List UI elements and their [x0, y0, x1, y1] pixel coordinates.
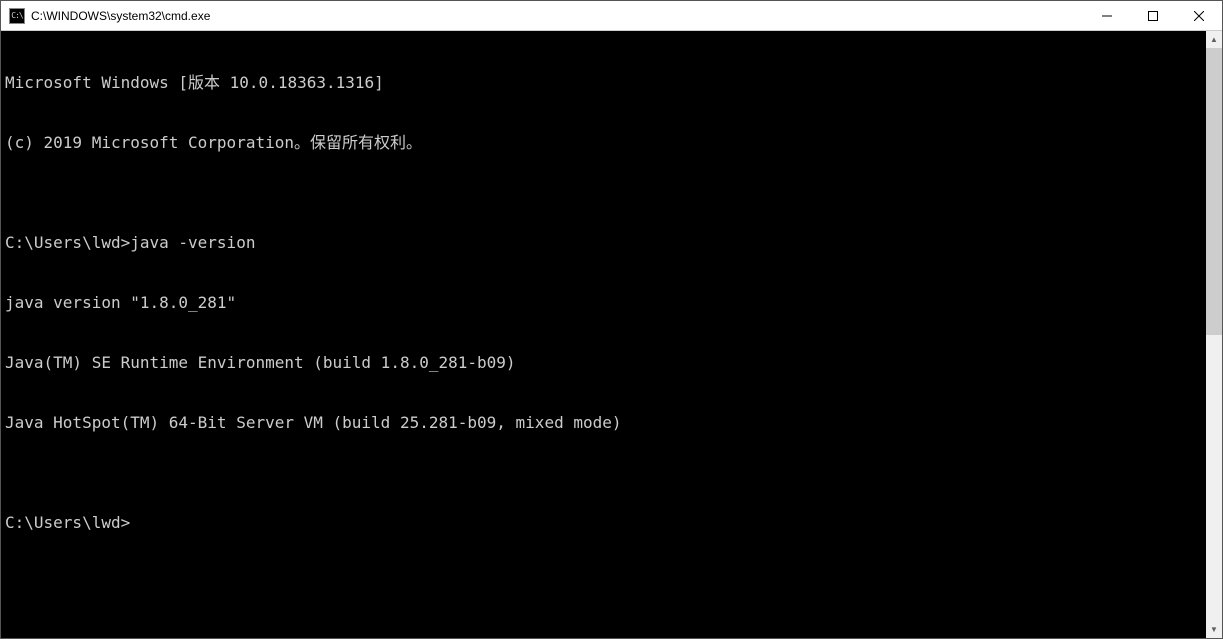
- minimize-button[interactable]: [1084, 1, 1130, 30]
- titlebar[interactable]: C:\ C:\WINDOWS\system32\cmd.exe: [1, 1, 1222, 31]
- terminal-output[interactable]: Microsoft Windows [版本 10.0.18363.1316] (…: [1, 31, 1206, 638]
- window-title: C:\WINDOWS\system32\cmd.exe: [31, 9, 1084, 23]
- terminal-line: C:\Users\lwd>: [5, 513, 1206, 533]
- cmd-icon: C:\: [9, 8, 25, 24]
- terminal-line: Microsoft Windows [版本 10.0.18363.1316]: [5, 73, 1206, 93]
- maximize-button[interactable]: [1130, 1, 1176, 30]
- window-controls: [1084, 1, 1222, 30]
- terminal-line: Java HotSpot(TM) 64-Bit Server VM (build…: [5, 413, 1206, 433]
- terminal-line: java version "1.8.0_281": [5, 293, 1206, 313]
- close-icon: [1194, 11, 1204, 21]
- terminal-line: (c) 2019 Microsoft Corporation。保留所有权利。: [5, 133, 1206, 153]
- terminal-container: Microsoft Windows [版本 10.0.18363.1316] (…: [1, 31, 1222, 638]
- terminal-line: C:\Users\lwd>java -version: [5, 233, 1206, 253]
- scrollbar-thumb[interactable]: [1206, 48, 1222, 335]
- vertical-scrollbar[interactable]: ▲ ▼: [1206, 31, 1222, 638]
- cmd-icon-label: C:\: [11, 12, 22, 20]
- cmd-window: C:\ C:\WINDOWS\system32\cmd.exe Microsof…: [0, 0, 1223, 639]
- terminal-line: Java(TM) SE Runtime Environment (build 1…: [5, 353, 1206, 373]
- minimize-icon: [1102, 11, 1112, 21]
- scroll-down-arrow-icon[interactable]: ▼: [1206, 621, 1222, 638]
- close-button[interactable]: [1176, 1, 1222, 30]
- scrollbar-track[interactable]: [1206, 48, 1222, 621]
- maximize-icon: [1148, 11, 1158, 21]
- scroll-up-arrow-icon[interactable]: ▲: [1206, 31, 1222, 48]
